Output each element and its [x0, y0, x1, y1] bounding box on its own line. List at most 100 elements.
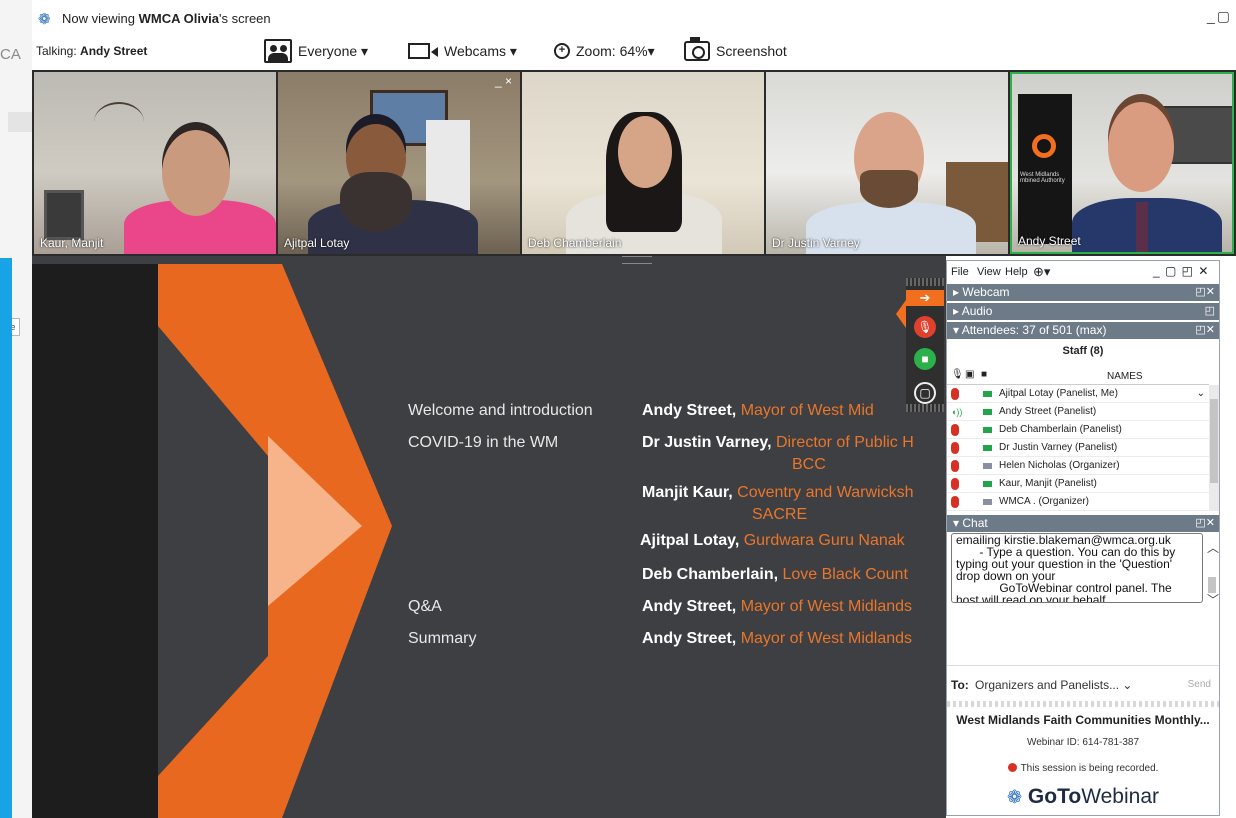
microphone-icon[interactable]: 🎙 — [914, 316, 936, 338]
webcam-on-icon — [983, 391, 992, 397]
attendee-row[interactable]: Ajitpal Lotay (Panelist, Me) ⌄ — [947, 385, 1209, 403]
handraise-column-icon: ▣ — [965, 369, 975, 380]
grab-handle[interactable] — [906, 278, 944, 286]
splitter-handle[interactable] — [622, 256, 652, 264]
agenda-item: Summary — [408, 630, 477, 647]
agenda-item: COVID-19 in the WM — [408, 434, 559, 451]
webcam-tile-active[interactable]: West Midlands mbined Authority Andy Stree… — [1010, 72, 1234, 254]
webcam-strip: Kaur, Manjit _ × Ajitpal Lotay Deb Chamb… — [32, 70, 1236, 256]
section-controls-icon[interactable]: ◰ — [1205, 303, 1215, 320]
scroll-up-icon[interactable]: ︿ — [1207, 539, 1219, 556]
grab-handle[interactable] — [906, 404, 944, 412]
recording-dot-icon — [1007, 763, 1017, 772]
mic-muted-icon — [951, 496, 959, 508]
mic-muted-icon — [951, 388, 959, 400]
viewer-toolbar: Talking: Andy Street Everyone ▾ Webcams … — [32, 30, 1236, 70]
section-audio[interactable]: ▸ Audio ◰ — [947, 303, 1219, 320]
staff-header: Staff (8) — [1062, 345, 1104, 357]
recipient-select[interactable]: Organizers and Panelists... ⌄ — [975, 678, 1132, 692]
gotowebinar-logo-icon: ❁ — [38, 11, 51, 28]
talking-indicator: Talking: Andy Street — [36, 44, 148, 58]
language-globe-icon[interactable]: ⊕▾ — [1033, 264, 1050, 280]
webcam-tile[interactable]: _ × Ajitpal Lotay — [278, 72, 520, 254]
menu-file[interactable]: File — [951, 266, 969, 278]
gotowebinar-brand: ❁ GoToWebinar — [1006, 785, 1160, 808]
chat-message-box: emailing kirstie.blakeman@wmca.org.uk - … — [951, 533, 1203, 603]
gotowebinar-flower-icon: ❁ — [1006, 787, 1023, 807]
shared-screen-slide: Welcome and introduction Andy Street, Ma… — [32, 256, 946, 818]
webcam-tile[interactable]: Kaur, Manjit — [34, 72, 276, 254]
webcam-name: Deb Chamberlain — [528, 236, 622, 250]
person-head — [162, 130, 230, 216]
recording-status: This session is being recorded. — [947, 763, 1219, 774]
cam-column-icon: ■ — [981, 369, 988, 380]
menu-help[interactable]: Help — [1005, 266, 1028, 278]
section-attendees[interactable]: ▾ Attendees: 37 of 501 (max) ◰✕ — [947, 322, 1219, 339]
screen-icon[interactable]: ▢ — [914, 382, 936, 404]
panel-separator — [947, 701, 1219, 707]
webcam-toggle-icon[interactable]: ■ — [914, 348, 936, 370]
beard — [340, 172, 412, 232]
gotowebinar-control-panel: File View Help ⊕▾ _ ▢ ◰ ✕ ▸ Webcam ◰✕ ▸ A… — [946, 260, 1220, 816]
tile-close-icon[interactable]: _ × — [495, 74, 512, 88]
banner: West Midlands mbined Authority — [1018, 94, 1072, 244]
viewer-title: Now viewing WMCA Olivia's screen — [62, 11, 271, 26]
webcam-tile[interactable]: Dr Justin Varney — [766, 72, 1008, 254]
panel-menubar: File View Help ⊕▾ _ ▢ ◰ ✕ — [947, 261, 1219, 283]
to-label: To: — [951, 678, 969, 692]
section-controls-icon[interactable]: ◰✕ — [1195, 322, 1215, 339]
attendee-row[interactable]: Helen Nicholas (Organizer) — [947, 457, 1209, 475]
webcam-tile[interactable]: Deb Chamberlain — [522, 72, 764, 254]
agenda-speaker: Andy Street, Mayor of West Midlands — [642, 598, 913, 615]
banner-text: West Midlands mbined Authority — [1020, 172, 1065, 184]
scroll-down-icon[interactable]: ﹀ — [1207, 591, 1219, 608]
attendee-row[interactable]: WMCA . (Organizer) — [947, 493, 1209, 511]
section-controls-icon[interactable]: ◰✕ — [1195, 515, 1215, 532]
whiteboard — [426, 120, 470, 210]
background-app-strip — [8, 112, 32, 132]
tie — [1136, 202, 1148, 252]
collapse-panel-arrow-icon[interactable]: ➔ — [906, 290, 944, 306]
agenda-speaker: Manjit Kaur, Coventry and Warwicksh — [642, 484, 914, 501]
section-controls-icon[interactable]: ◰✕ — [1195, 284, 1215, 301]
chat-recipient-row: To: Organizers and Panelists... ⌄ Send — [947, 665, 1219, 699]
webinar-title: West Midlands Faith Communities Monthly.… — [956, 713, 1210, 727]
attendee-column-header: 🎙 ▣ ■ NAMES — [947, 367, 1209, 385]
person-head — [618, 116, 672, 188]
background-app: CA e — [0, 0, 32, 818]
everyone-button[interactable]: Everyone ▾ — [264, 38, 368, 64]
attendee-row[interactable]: Kaur, Manjit (Panelist) — [947, 475, 1209, 493]
chat-line: host will read on your behalf — [956, 593, 1106, 603]
section-webcam[interactable]: ▸ Webcam ◰✕ — [947, 284, 1219, 301]
send-button[interactable]: Send — [1188, 679, 1211, 690]
mic-muted-icon — [951, 424, 959, 436]
webcams-button[interactable]: Webcams ▾ — [408, 38, 517, 64]
webcam-on-icon — [983, 481, 992, 487]
menu-view[interactable]: View — [977, 266, 1001, 278]
chat-scrollbar[interactable]: ︿ ﹀ — [1205, 533, 1219, 611]
webcam-off-icon — [983, 499, 992, 505]
panel-window-controls[interactable]: _ ▢ ◰ ✕ — [1153, 264, 1209, 278]
attendee-row[interactable]: Dr Justin Varney (Panelist) — [947, 439, 1209, 457]
agenda-speaker: Deb Chamberlain, Love Black Count — [642, 566, 908, 583]
screenshot-button[interactable]: Screenshot — [684, 37, 787, 64]
background-app-text: CA — [0, 46, 21, 63]
window-controls[interactable]: _▢ — [1207, 8, 1232, 25]
mic-muted-icon — [951, 478, 959, 490]
agenda-speaker: Dr Justin Varney, Director of Public H — [642, 434, 914, 451]
agenda-role-continued: SACRE — [752, 506, 808, 523]
section-chat[interactable]: ▾ Chat ◰✕ — [947, 515, 1219, 532]
wmca-logo-icon — [1032, 134, 1056, 158]
chevron-down-icon[interactable]: ⌄ — [1197, 385, 1205, 403]
zoom-button[interactable]: + Zoom: 64%▾ — [554, 38, 655, 64]
scrollbar-thumb[interactable] — [1210, 399, 1218, 483]
webcam-name: Andy Street — [1018, 234, 1081, 248]
names-column-header[interactable]: NAMES — [1107, 371, 1143, 382]
webcam-off-icon — [983, 463, 992, 469]
attendee-row[interactable]: Deb Chamberlain (Panelist) — [947, 421, 1209, 439]
mic-column-icon: 🎙 — [951, 369, 964, 380]
attendee-row[interactable]: ◖)) Andy Street (Panelist) — [947, 403, 1209, 421]
webcam-icon — [408, 43, 438, 59]
attendee-scrollbar[interactable] — [1209, 385, 1219, 511]
panel-tab-arrow-icon[interactable] — [896, 300, 906, 328]
